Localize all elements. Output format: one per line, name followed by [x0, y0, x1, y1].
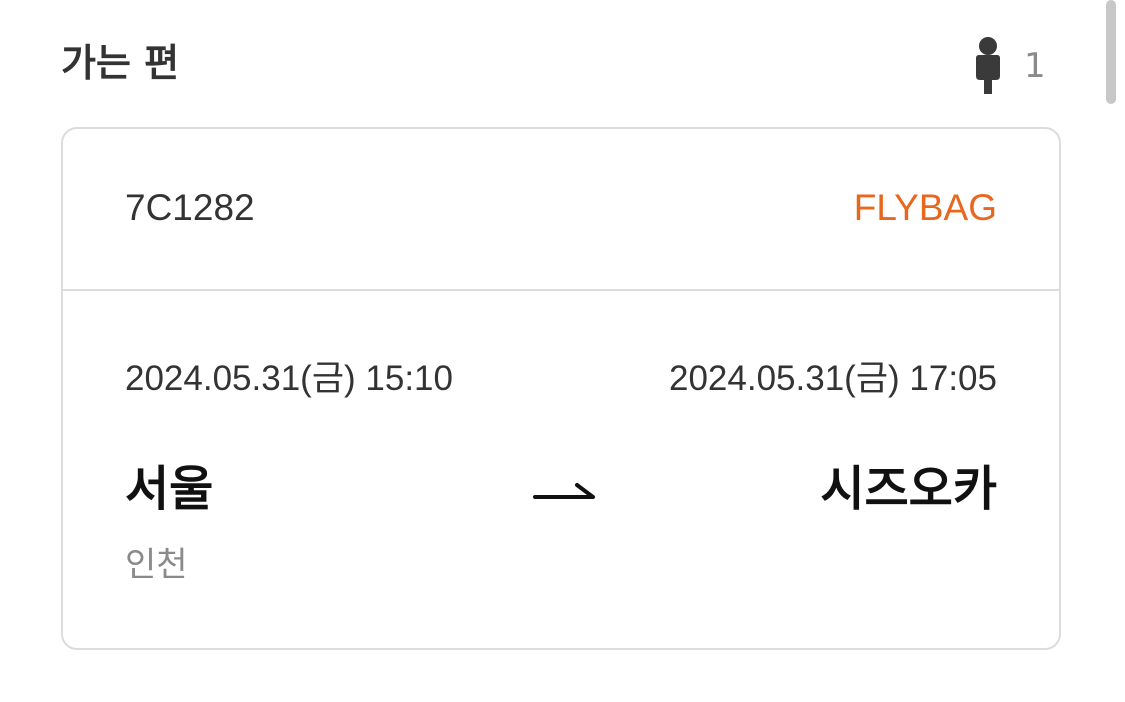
flight-card-header: 7C1282 FLYBAG: [63, 129, 1059, 291]
departure-datetime: 2024.05.31(금) 15:10: [125, 359, 453, 398]
flight-card[interactable]: 7C1282 FLYBAG 2024.05.31(금) 15:10 2024.0…: [61, 127, 1061, 650]
arrow-right-icon: [533, 479, 597, 503]
arrival-city: 시즈오카: [820, 461, 997, 517]
fare-type-label: FLYBAG: [853, 187, 997, 228]
departure-city: 서울: [125, 461, 214, 517]
scrollbar[interactable]: [1106, 0, 1116, 104]
person-icon: [970, 36, 1006, 96]
section-title: 가는 편: [61, 41, 180, 85]
passenger-count: 1: [970, 36, 1046, 96]
flight-number: 7C1282: [125, 187, 255, 228]
arrival-datetime: 2024.05.31(금) 17:05: [669, 359, 997, 398]
departure-airport: 인천: [125, 545, 188, 585]
passenger-count-value: 1: [1024, 46, 1046, 86]
